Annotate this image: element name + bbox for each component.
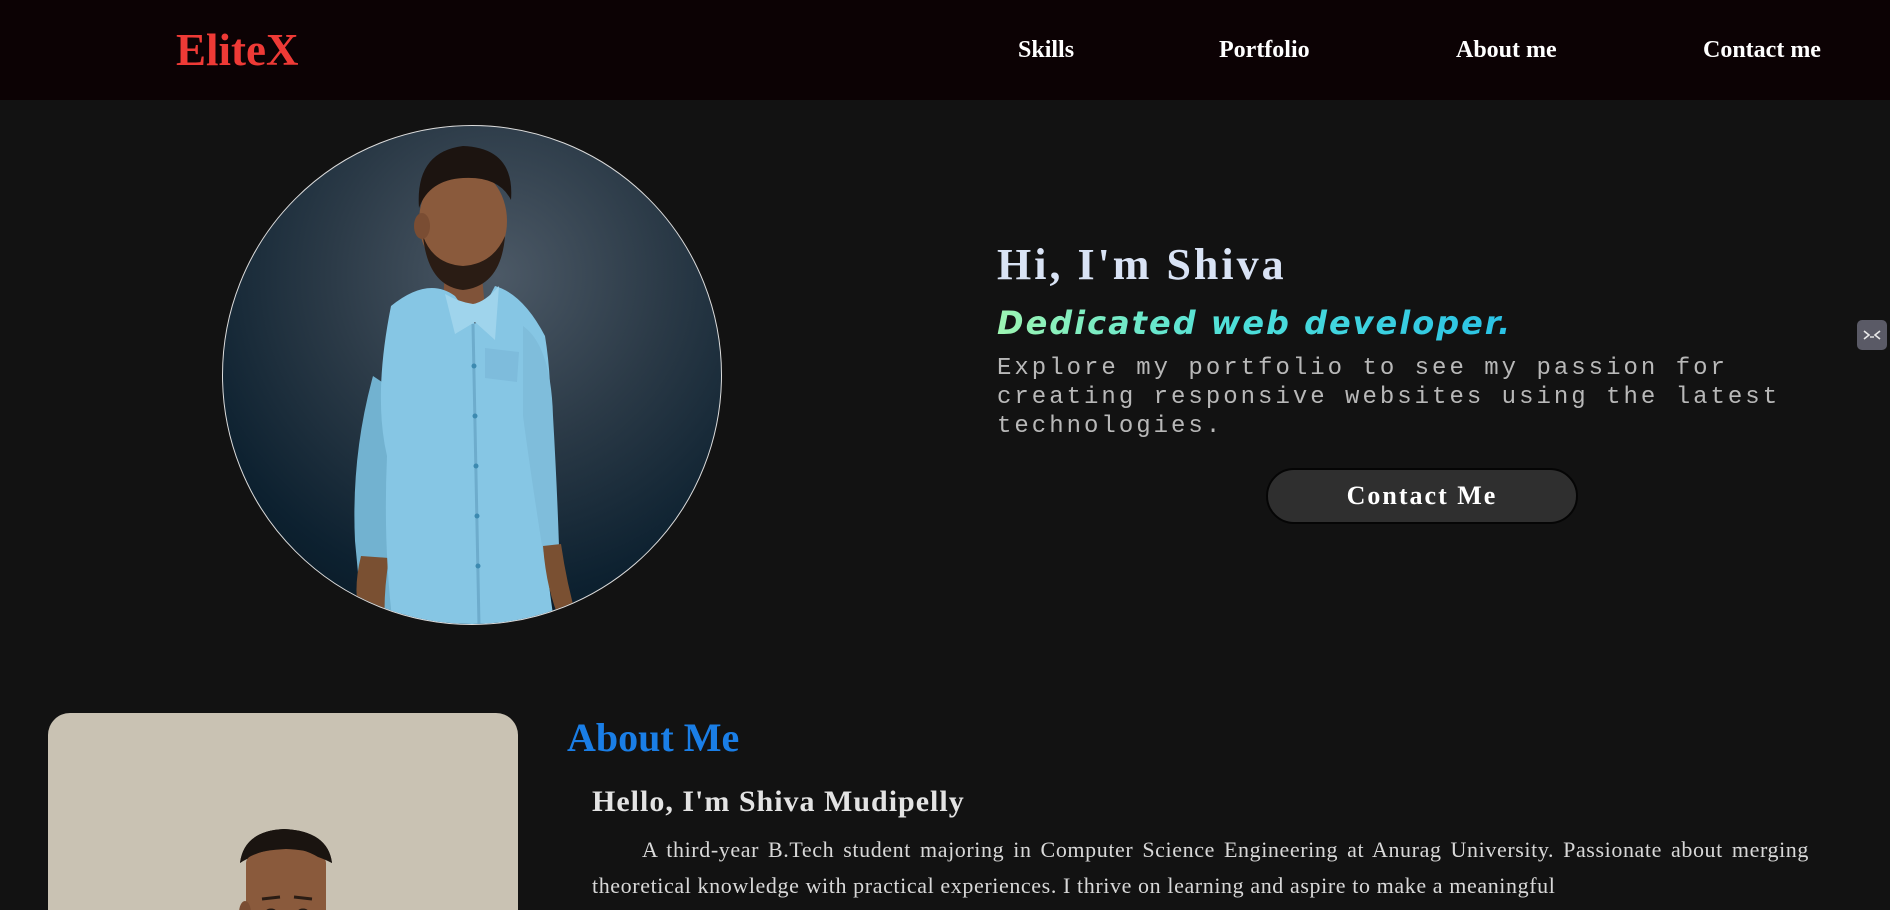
nav-portfolio[interactable]: Portfolio bbox=[1219, 35, 1310, 65]
nav-about-me[interactable]: About me bbox=[1456, 35, 1557, 65]
nav-contact-me[interactable]: Contact me bbox=[1703, 35, 1821, 65]
logo[interactable]: EliteX bbox=[176, 22, 298, 78]
hero-title: Hi, I'm Shiva bbox=[997, 240, 1287, 289]
person-photo-icon bbox=[354, 146, 579, 624]
about-name: Hello, I'm Shiva Mudipelly bbox=[592, 785, 965, 818]
hero-description: Explore my portfolio to see my passion f… bbox=[997, 355, 1781, 440]
nav-skills[interactable]: Skills bbox=[1018, 35, 1074, 65]
side-widget[interactable] bbox=[1857, 320, 1887, 350]
contact-me-button[interactable]: Contact Me bbox=[1266, 468, 1578, 524]
hero-subtitle: Dedicated web developer. bbox=[997, 304, 1513, 342]
hero-profile-photo bbox=[222, 125, 722, 625]
collapse-icon bbox=[1863, 330, 1881, 340]
about-heading: About Me bbox=[567, 715, 740, 760]
person-photo-icon bbox=[239, 829, 332, 910]
about-body: A third-year B.Tech student majoring in … bbox=[592, 837, 1809, 898]
navbar: EliteX Skills Portfolio About me Contact… bbox=[0, 0, 1890, 100]
about-profile-photo bbox=[48, 713, 518, 910]
